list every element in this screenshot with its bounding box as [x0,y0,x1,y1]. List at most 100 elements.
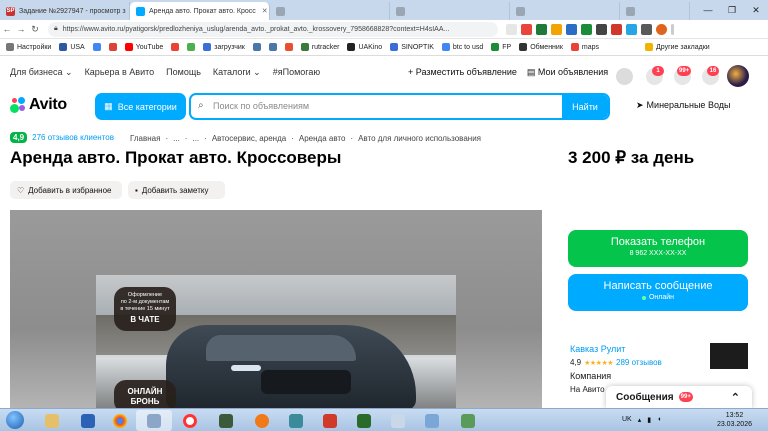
bookmark-other[interactable]: Другие закладки [645,43,710,51]
avito-logo[interactable]: Avito [10,96,67,114]
taskbar-app[interactable] [414,410,450,431]
taskbar-app[interactable] [244,410,280,431]
nav-help[interactable]: Помощь [166,67,201,78]
location-arrow-icon: ➤ [636,100,644,110]
maximize-icon[interactable]: ❐ [720,0,744,20]
car-photo[interactable]: Оформление по 2-м документам в течение 1… [96,275,456,410]
my-ads-link[interactable]: ▤ Мои объявления [527,67,608,78]
tab-avito[interactable]: Аренда авто. Прокат авто. Кросс ✕ [130,2,270,20]
cart-badge: 16 [707,66,719,76]
language-indicator[interactable]: UK [622,416,632,424]
nav-catalogs[interactable]: Каталоги ⌄ [213,67,261,78]
minimize-icon[interactable]: — [696,0,720,20]
nav-for-business[interactable]: Для бизнеса ⌄ [10,67,73,78]
breadcrumb-item[interactable]: Аренда авто [299,134,346,143]
bookmark-exchanger[interactable]: Обменник [519,43,563,51]
close-icon[interactable]: ✕ [262,7,268,15]
tab-blurred[interactable] [510,2,620,20]
extension-icon[interactable] [551,23,562,35]
bookmark-downloader[interactable]: загрузчик [203,43,245,51]
back-icon[interactable]: ← [0,24,14,34]
photo-gallery[interactable]: Оформление по 2-м документам в течение 1… [10,210,542,410]
extension-icon[interactable] [641,23,652,35]
chevron-up-icon[interactable]: ⌃ [731,391,740,404]
star-icon[interactable] [506,23,517,35]
taskbar-app[interactable] [34,410,70,431]
extension-icon[interactable] [626,23,637,35]
breadcrumb-item[interactable]: Автосервис, аренда [212,134,286,143]
profile-icon[interactable] [656,23,667,35]
bookmark-fp[interactable]: FP [491,43,511,51]
bookmark-red[interactable] [108,43,117,51]
menu-icon[interactable] [671,23,674,35]
taskbar-app[interactable] [346,410,382,431]
search-button[interactable]: Найти [562,95,608,118]
breadcrumb-item[interactable]: ... [173,134,180,143]
all-categories-button[interactable]: ▦ Все категории [95,93,186,120]
taskbar-app[interactable] [208,410,244,431]
close-window-icon[interactable]: ✕ [744,0,768,20]
volume-icon[interactable]: ◖ [657,416,661,424]
breadcrumb-item[interactable]: Главная [130,134,160,143]
taskbar-app[interactable] [380,410,416,431]
app-icon [357,413,371,428]
tab-blurred[interactable] [270,2,390,20]
bookmark-uakino[interactable]: UAKino [347,43,382,51]
note-icon: ▪ [135,185,138,195]
bookmark-rutracker[interactable]: rutracker [300,43,339,51]
taskbar-app[interactable] [278,410,314,431]
reload-icon[interactable]: ↻ [28,24,42,35]
extension-icon[interactable] [521,23,532,35]
clock[interactable]: 13:52 23.03.2026 [717,412,752,430]
seller-reviews-link[interactable]: 289 отзывов [616,358,662,367]
url-field[interactable]: 🔒︎ https://www.avito.ru/pyatigorsk/predl… [48,21,498,37]
reviews-link[interactable]: 276 отзывов клиентов [32,133,114,142]
taskbar-app[interactable] [450,410,486,431]
nav-career[interactable]: Карьера в Авито [85,67,155,78]
taskbar-app[interactable] [102,410,138,431]
seller-logo[interactable] [710,343,748,369]
breadcrumb-item[interactable]: ... [192,134,199,143]
network-icon[interactable]: ▮ [647,416,651,424]
tab-blurred[interactable] [620,2,690,20]
post-ad-link[interactable]: + Разместить объявление [408,67,517,78]
bookmark-sinoptik[interactable]: SINOPTIK [390,43,434,51]
breadcrumb-item[interactable]: Авто для личного использования [358,134,481,143]
bookmark-vk[interactable] [252,43,261,51]
tab-blurred[interactable] [390,2,510,20]
write-message-button[interactable]: Написать сообщение Онлайн [568,274,748,311]
show-phone-button[interactable]: Показать телефон 8 962 XXX-XX-XX [568,230,748,267]
bookmark-settings[interactable]: Настройки [6,43,51,51]
taskbar-app[interactable] [172,410,208,431]
bookmark-vk2[interactable] [268,43,277,51]
search-input[interactable]: Поиск по объявлениям [213,101,309,111]
extension-icon[interactable] [536,23,547,35]
extension-icon[interactable] [611,23,622,35]
bookmark-green[interactable] [187,43,196,51]
tab-task[interactable]: SP Задание №2927947 - просмотр з ✕ [0,2,130,20]
extension-icon[interactable] [581,23,592,35]
start-button[interactable] [2,409,28,431]
location-selector[interactable]: ➤ Минеральные Воды [636,100,730,111]
nav-ihelp[interactable]: #яПомогаю [273,67,320,78]
bookmark-youtube[interactable]: YouTube [124,43,163,51]
seller-name[interactable]: Кавказ Рулит [570,344,662,354]
bookmark-gmail[interactable] [171,43,180,51]
taskbar-app[interactable] [312,410,348,431]
tray-arrow-icon[interactable]: ▴ [638,416,642,424]
forward-icon[interactable]: → [14,24,28,34]
bookmark-btc[interactable]: btc to usd [441,43,483,51]
bookmark-maps[interactable]: maps [570,43,599,51]
add-favorite-button[interactable]: ♡ Добавить в избранное [10,181,122,199]
heart-icon[interactable] [616,68,633,85]
avatar[interactable] [727,65,749,87]
messages-panel[interactable]: Сообщения 99+ ⌃ [606,386,752,408]
bookmark-usa[interactable]: USA [59,43,85,51]
extension-icon[interactable] [596,23,607,35]
taskbar-app[interactable] [70,410,106,431]
extension-icon[interactable] [566,23,577,35]
bookmark-orange[interactable] [284,43,293,51]
bookmark-google[interactable] [92,43,101,51]
add-note-button[interactable]: ▪ Добавить заметку [128,181,225,199]
taskbar-app[interactable] [136,410,172,431]
